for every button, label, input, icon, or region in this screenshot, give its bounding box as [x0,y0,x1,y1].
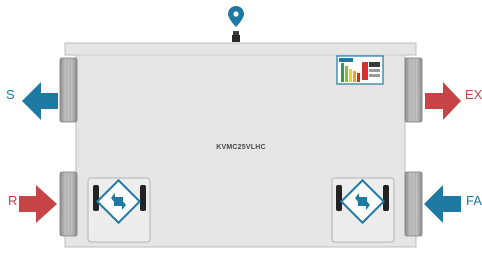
duct-collar-top-right [404,57,423,123]
supply-air-arrow [22,82,58,120]
diagram-canvas [19,6,461,248]
return-air-arrow [19,185,57,223]
fresh-air-arrow [424,185,461,223]
duct-collar-top-left [59,57,78,123]
condensate-connector [232,31,240,42]
port-label-s: S [6,87,15,102]
duct-collar-bottom-right [404,171,423,237]
port-label-r: R [8,193,18,208]
map-pin-icon [228,6,244,27]
duct-collar-bottom-left [59,171,78,237]
port-label-fa: FA [466,193,482,208]
ventilation-unit-diagram: S R EX FA KVMC25VLHC [0,0,482,249]
exhaust-air-arrow [425,82,461,120]
energy-rating-label-icon [336,55,384,85]
model-label: KVMC25VLHC [216,144,266,151]
port-label-ex: EX [465,87,482,102]
